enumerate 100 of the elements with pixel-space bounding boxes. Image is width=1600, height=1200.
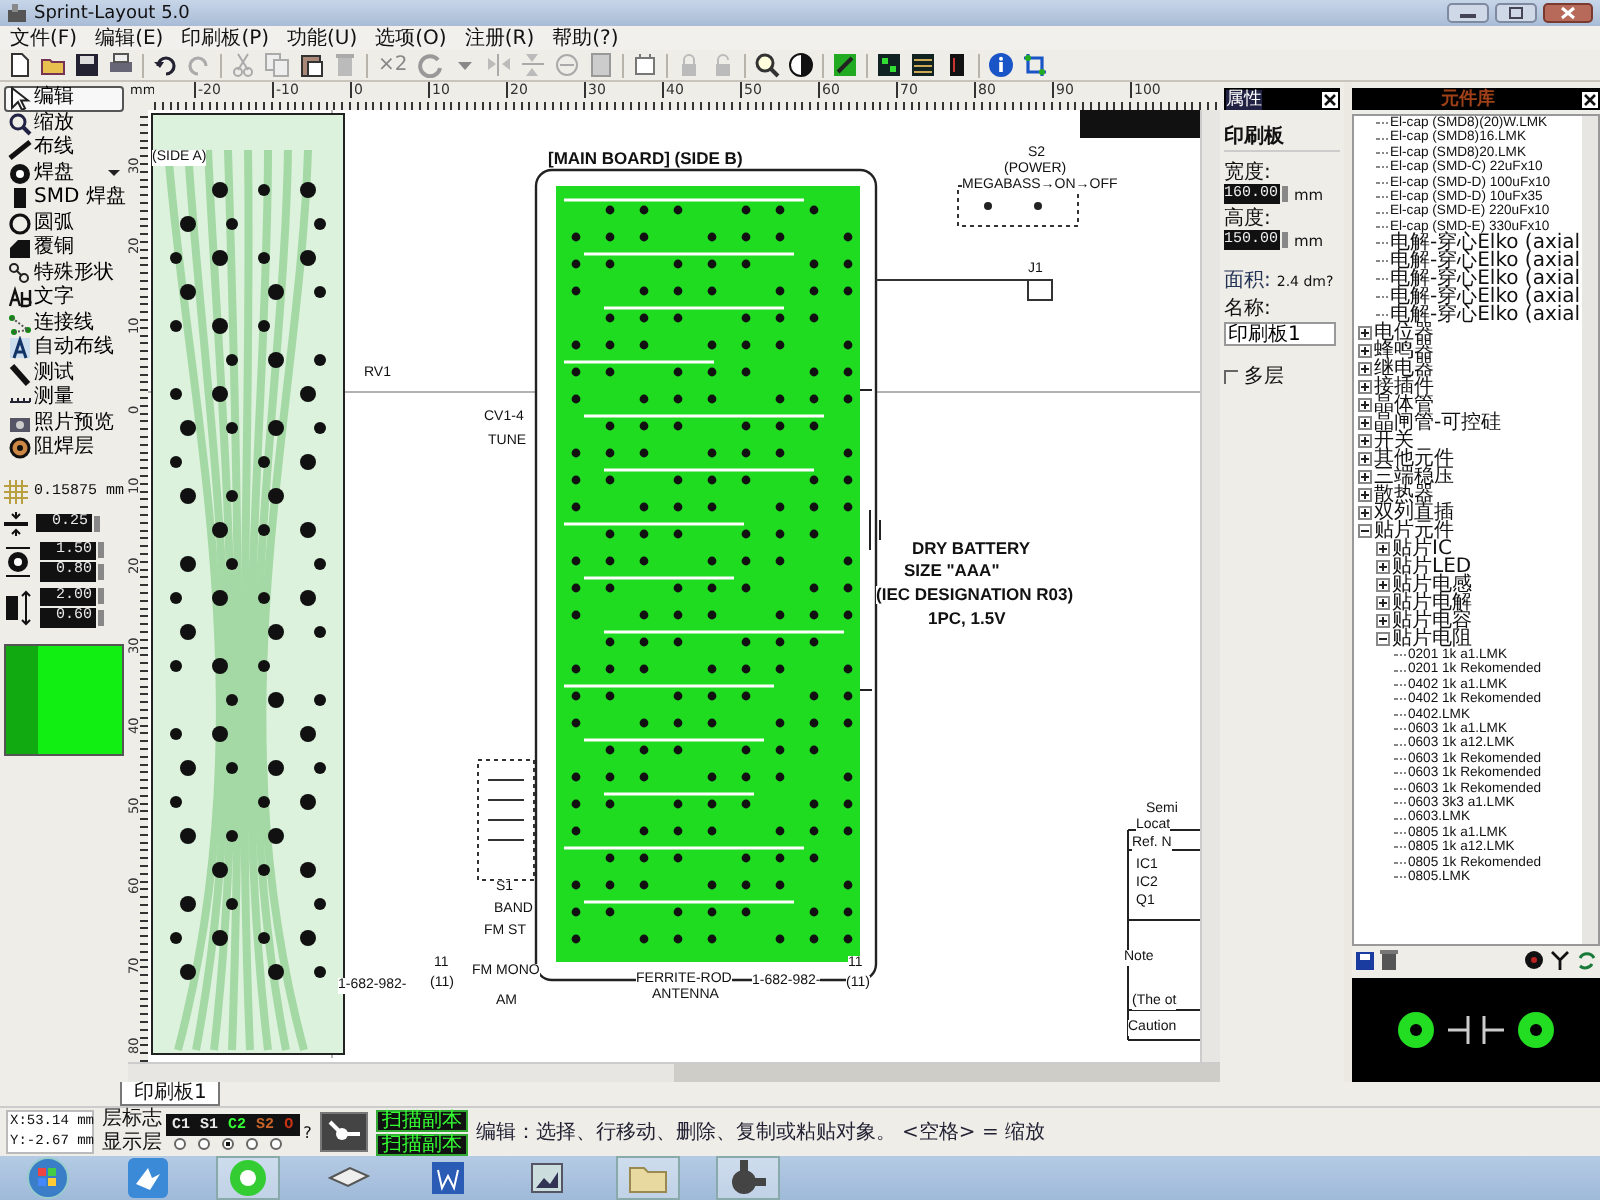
board-list-icon[interactable] xyxy=(909,52,936,78)
start-orb-icon[interactable] xyxy=(24,1156,72,1200)
menu-item[interactable]: 编辑(E) xyxy=(95,27,164,49)
tree-item[interactable]: 其他元件 xyxy=(1374,450,1454,469)
tool-button[interactable]: 布线 xyxy=(4,136,124,161)
expand-icon[interactable] xyxy=(1358,326,1372,341)
vertical-scrollbar[interactable] xyxy=(1200,110,1220,1062)
tool-button[interactable]: 测量 xyxy=(4,386,124,411)
scan-copy-button[interactable]: 扫描副本 xyxy=(375,1109,468,1131)
tool-button[interactable]: 文字 xyxy=(4,286,124,311)
horizontal-scrollbar[interactable] xyxy=(128,1062,1220,1082)
collapse-icon[interactable] xyxy=(1376,632,1390,647)
tree-item[interactable]: 贴片IC xyxy=(1392,540,1452,559)
tree-item[interactable]: 开关 xyxy=(1374,432,1414,451)
tree-item[interactable]: 贴片元件 xyxy=(1374,522,1454,541)
tree-item[interactable]: 电位器 xyxy=(1374,324,1434,343)
tree-item[interactable]: 散热器 xyxy=(1374,486,1434,505)
tree-item[interactable]: 晶体管 xyxy=(1374,396,1434,415)
maximize-icon[interactable] xyxy=(1494,2,1538,24)
menu-item[interactable]: 文件(F) xyxy=(10,27,78,49)
tool-button[interactable]: 编辑 xyxy=(4,86,124,111)
tree-item[interactable]: 贴片电阻 xyxy=(1392,630,1472,649)
expand-icon[interactable] xyxy=(1358,488,1372,503)
tool-button[interactable]: 阻焊层 xyxy=(4,436,124,461)
menu-item[interactable]: 帮助(?) xyxy=(552,27,619,49)
expand-icon[interactable] xyxy=(1358,506,1372,521)
close-icon[interactable] xyxy=(1542,2,1594,24)
document-tab[interactable]: 印刷板1 xyxy=(120,1082,221,1106)
expand-icon[interactable] xyxy=(1358,380,1372,395)
tree-item[interactable]: 贴片电感 xyxy=(1392,576,1472,595)
expand-icon[interactable] xyxy=(1358,434,1372,449)
expand-icon[interactable] xyxy=(1376,596,1390,611)
tree-item[interactable]: 贴片电容 xyxy=(1392,612,1472,631)
tree-item[interactable]: 晶闸管-可控硅 xyxy=(1374,414,1502,433)
trash-icon[interactable] xyxy=(1380,950,1398,970)
tool-button[interactable]: 特殊形状 xyxy=(4,261,124,286)
tree-item[interactable]: 电解-穿心Elko (axial, xyxy=(1390,252,1582,271)
paste-icon[interactable] xyxy=(298,52,324,78)
refresh-icon[interactable] xyxy=(1576,950,1596,970)
pcb-check-icon[interactable] xyxy=(831,52,858,78)
tool-button[interactable]: 连接线 xyxy=(4,311,124,336)
menu-item[interactable]: 功能(U) xyxy=(287,27,358,49)
component-icon[interactable] xyxy=(631,52,658,78)
expand-icon[interactable] xyxy=(1376,560,1390,575)
name-field[interactable]: 印刷板1 xyxy=(1224,322,1336,346)
search-icon[interactable] xyxy=(753,52,780,78)
undo-icon[interactable] xyxy=(152,52,178,78)
close-icon[interactable] xyxy=(1322,91,1338,107)
tree-item[interactable]: 电解-穿心Elko (axial, xyxy=(1390,306,1582,325)
tree-item[interactable]: 接插件 xyxy=(1374,378,1434,397)
menu-item[interactable]: 选项(O) xyxy=(375,27,447,49)
tree-item[interactable]: 电解-穿心Elko (axial, xyxy=(1390,270,1582,289)
close-icon[interactable] xyxy=(1582,91,1598,107)
vertical-scrollbar[interactable] xyxy=(1582,116,1598,944)
save-icon[interactable] xyxy=(74,52,100,78)
expand-icon[interactable] xyxy=(1358,452,1372,467)
tree-item[interactable]: 蜂鸣器 xyxy=(1374,342,1434,361)
tool-button[interactable]: 缩放 xyxy=(4,111,124,136)
tree-item[interactable]: 双列直插 xyxy=(1374,504,1454,523)
expand-icon[interactable] xyxy=(1358,344,1372,359)
printer-icon[interactable] xyxy=(108,52,134,78)
expand-icon[interactable] xyxy=(1376,614,1390,629)
menu-item[interactable]: 注册(R) xyxy=(464,27,535,49)
tree-item[interactable]: 电解-穿心Elko (axial, xyxy=(1390,288,1582,307)
menu-item[interactable]: 印刷板(P) xyxy=(181,27,270,49)
scan-copy-button[interactable]: 扫描副本 xyxy=(375,1133,468,1155)
layer-color-swatch[interactable] xyxy=(4,643,124,755)
checkbox[interactable] xyxy=(1224,369,1238,383)
contrast-icon[interactable] xyxy=(787,52,814,78)
record-icon[interactable] xyxy=(1524,950,1544,970)
tool-button[interactable]: 自动布线 xyxy=(4,336,124,361)
collapse-icon[interactable] xyxy=(1358,524,1372,539)
tree-item[interactable]: 贴片电解 xyxy=(1392,594,1472,613)
tool-button[interactable]: SMD 焊盘 xyxy=(4,186,124,211)
tool-button[interactable]: 圆弧 xyxy=(4,211,124,236)
minimize-icon[interactable] xyxy=(1446,2,1490,24)
tool-button[interactable]: 照片预览 xyxy=(4,411,124,436)
save-icon[interactable] xyxy=(1356,951,1374,969)
radio-button[interactable] xyxy=(222,1138,234,1150)
bird-icon[interactable] xyxy=(124,1156,172,1200)
expand-icon[interactable] xyxy=(1376,542,1390,557)
checkbox-label[interactable]: 多层 xyxy=(1244,362,1284,390)
radio-button[interactable] xyxy=(246,1138,258,1150)
info-icon[interactable] xyxy=(987,52,1014,78)
expand-icon[interactable] xyxy=(1358,398,1372,413)
tool-button[interactable]: 焊盘 xyxy=(4,161,124,186)
board-info-icon[interactable] xyxy=(875,52,902,78)
trace-button[interactable] xyxy=(319,1112,368,1152)
expand-icon[interactable] xyxy=(1358,416,1372,431)
tree-item[interactable]: 三端稳压 xyxy=(1374,468,1454,487)
fork-icon[interactable] xyxy=(1550,950,1570,970)
radio-button[interactable] xyxy=(270,1138,282,1150)
tool-button[interactable]: 覆铜 xyxy=(4,236,124,261)
radio-button[interactable] xyxy=(174,1138,186,1150)
help-mark[interactable]: ? xyxy=(303,1123,312,1141)
expand-icon[interactable] xyxy=(1358,362,1372,377)
crop-icon[interactable] xyxy=(1021,52,1048,78)
tree-item[interactable]: 电解-穿心Elko (axial, xyxy=(1390,234,1582,253)
radio-button[interactable] xyxy=(198,1138,210,1150)
expand-icon[interactable] xyxy=(1358,470,1372,485)
